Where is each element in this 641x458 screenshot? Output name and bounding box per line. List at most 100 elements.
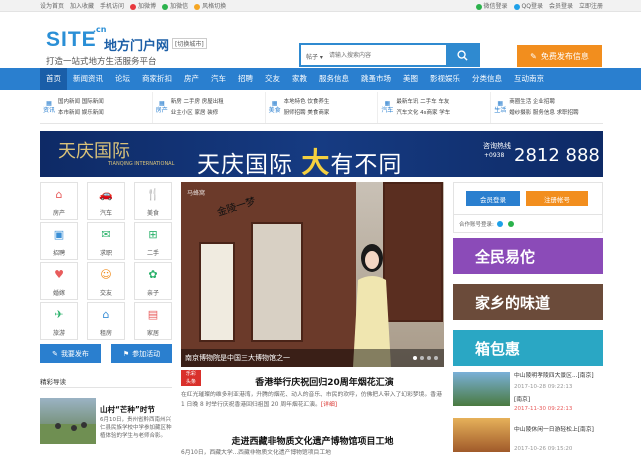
search-input[interactable] [329, 45, 446, 65]
subnav-group-label[interactable]: 美食 [269, 107, 281, 114]
feature-thumbnail[interactable] [40, 398, 96, 444]
news-more-link[interactable]: [详细] [321, 402, 337, 408]
subnav-link-row[interactable]: 本市新闻 娱乐新闻 [58, 108, 104, 119]
nav-item[interactable]: 招聘 [232, 68, 259, 90]
subnav-group-icon: ▦ 汽车 [381, 99, 394, 114]
subnav-link-row[interactable]: 厨师招聘 美食商家 [284, 108, 330, 119]
site-slogan: 打造一站式地方生活服务平台 [46, 57, 157, 67]
nav-item[interactable]: 汽车 [205, 68, 232, 90]
category-亲子[interactable]: ✿ 亲子 [134, 262, 172, 300]
site-logo[interactable]: SITE [46, 28, 97, 52]
subnav-group-icon: ▦ 美食 [268, 99, 281, 114]
category-旅游[interactable]: ✈ 旅游 [40, 302, 78, 340]
nav-item[interactable]: 交友 [259, 68, 286, 90]
nav-item[interactable]: 跳蚤市场 [355, 68, 397, 90]
subnav-group-label[interactable]: 生活 [494, 107, 506, 114]
mobile-access-link[interactable]: 手机访问 [100, 1, 124, 10]
subnav-group-label[interactable]: 房产 [156, 107, 168, 114]
subnav-link-row[interactable]: 汽车文化 4s商家 学车 [396, 108, 450, 119]
subnav-group: ▦ 房产 新房 二手房 房屋出租 业主小区 家居 装修 [153, 92, 266, 123]
subnav-link-row[interactable]: 新房 二手房 房屋出租 [171, 97, 224, 108]
wechat-login-link[interactable]: 微信登录 [475, 1, 508, 10]
nav-item[interactable]: 新闻资讯 [67, 68, 109, 90]
category-招聘[interactable]: ▣ 招聘 [40, 222, 78, 260]
slider-dot[interactable] [434, 356, 438, 360]
nav-item[interactable]: 房产 [178, 68, 205, 90]
wechat-follow-link[interactable]: 加微信 [162, 1, 188, 10]
logo-domain-suffix: .cn [93, 25, 107, 34]
search-button[interactable] [446, 45, 478, 65]
style-switch-link[interactable]: 风格切换 [194, 1, 226, 10]
category-汽车[interactable]: 🚗 汽车 [87, 182, 125, 220]
category-美食[interactable]: 🍴 美食 [134, 182, 172, 220]
wechat-login-label: 微信登录 [483, 3, 508, 10]
banner-headline-part3: 有不同 [330, 152, 403, 178]
weibo-link[interactable]: 加微博 [130, 1, 156, 10]
side-ad-banner[interactable]: 家乡的味道 [453, 284, 603, 320]
slider-dot[interactable] [420, 356, 424, 360]
category-label: 美食 [146, 210, 159, 217]
category-房产[interactable]: ⌂ 房产 [40, 182, 78, 220]
search-category-select[interactable]: 帖子 ▾ [301, 45, 329, 65]
lotto-label: 乐彩 [185, 371, 196, 377]
subnav-link-row[interactable]: 国内新闻 国际新闻 [58, 97, 104, 108]
subnav-group: ▦ 汽车 最新车讯 二手车 车友 汽车文化 4s商家 学车 [378, 92, 492, 123]
slider-dot[interactable] [427, 356, 431, 360]
category-icon: ✿ [148, 268, 158, 281]
side-ad-banner[interactable]: 全民易佗 [453, 238, 603, 274]
member-login-link[interactable]: 会员登录 [549, 1, 573, 10]
subnav-group-label[interactable]: 汽车 [381, 107, 393, 114]
qq-login-icon[interactable] [496, 220, 503, 227]
side-news-title[interactable]: 中山陵明孝陵四大景区...[南京] [514, 372, 594, 381]
register-button[interactable]: 注册帐号 [526, 191, 588, 206]
banner-tel: 2812 888 [514, 145, 600, 166]
category-婚嫁[interactable]: ♥ 婚嫁 [40, 262, 78, 300]
category-二手[interactable]: ⊞ 二手 [134, 222, 172, 260]
qq-login-link[interactable]: QQ登录 [513, 1, 543, 10]
banner-ad[interactable]: 天庆国际 TIANQING INTERNATIONAL 天庆国际 大有不同 咨询… [40, 131, 603, 179]
nav-item[interactable]: 家教 [286, 68, 313, 90]
register-link[interactable]: 立即注册 [579, 1, 603, 10]
wechat-login-icon[interactable] [507, 220, 514, 227]
news-title-1[interactable]: 香港举行庆祝回归20周年烟花汇演 [205, 375, 444, 388]
side-news-title[interactable]: 中山陵休闲一日游轻松上[南京] [514, 426, 594, 435]
main-nav: 首页 新闻资讯 论坛 商家折扣 房产 汽车 招聘 交友 家教 服务信息 跳蚤市场 美图 影视娱乐 分类信息… [0, 68, 641, 90]
nav-item[interactable]: 首页 [40, 68, 67, 90]
subnav-link-row[interactable]: 婚纱摄影 服务信息 求职招聘 [509, 108, 579, 119]
nav-item[interactable]: 互动南京 [508, 68, 550, 90]
category-label: 亲子 [146, 290, 159, 297]
nav-item[interactable]: 论坛 [109, 68, 136, 90]
category-icon: ⌂ [102, 308, 110, 321]
add-favorite-link[interactable]: 加入收藏 [70, 1, 94, 10]
set-home-link[interactable]: 设为首页 [40, 1, 64, 10]
category-租房[interactable]: ⌂ 租房 [87, 302, 125, 340]
nav-item[interactable]: 美图 [397, 68, 424, 90]
publish-button[interactable]: ✎ 我要发布 [40, 344, 101, 363]
subnav-link-row[interactable]: 业主小区 家居 装修 [171, 108, 224, 119]
subnav-link-row[interactable]: 本地特色 饮食养生 [284, 97, 330, 108]
side-news-title[interactable]: [南京] [514, 396, 530, 405]
post-info-button[interactable]: ✎ 免费发布信息 [517, 45, 602, 67]
nav-item[interactable]: 分类信息 [466, 68, 508, 90]
member-login-button[interactable]: 会员登录 [466, 191, 520, 206]
side-news-thumbnail[interactable] [453, 372, 510, 406]
nav-item[interactable]: 服务信息 [313, 68, 355, 90]
nav-item[interactable]: 影视娱乐 [424, 68, 466, 90]
city-switch-link[interactable]: [切换城市] [172, 38, 207, 49]
category-交友[interactable]: ☺ 交友 [87, 262, 125, 300]
side-ad-banner[interactable]: 箱包惠 [453, 330, 603, 366]
side-news-thumbnail[interactable] [453, 418, 510, 452]
category-label: 租房 [99, 330, 112, 337]
image-slider[interactable]: 金陵一梦 马蜂窝 南京博物院是中国三大博物馆之一 [181, 182, 444, 367]
subnav-group-label[interactable]: 资讯 [43, 107, 55, 114]
category-家居[interactable]: ▤ 家居 [134, 302, 172, 340]
slider-dot[interactable] [413, 356, 417, 360]
subnav-link-row[interactable]: 商圈生活 企业招聘 [509, 97, 579, 108]
feature-title[interactable]: 山村“芒种”时节 [100, 404, 155, 415]
nav-item[interactable]: 商家折扣 [136, 68, 178, 90]
subnav-link-row[interactable]: 最新车讯 二手车 车友 [396, 97, 450, 108]
join-activity-button[interactable]: ⚑ 参加活动 [111, 344, 172, 363]
news-title-2[interactable]: 走进西藏非物质文化遗产博物馆项目工地 [181, 434, 444, 447]
category-求职[interactable]: ✉ 求职 [87, 222, 125, 260]
banner-headline-emphasis: 大 [301, 146, 331, 179]
